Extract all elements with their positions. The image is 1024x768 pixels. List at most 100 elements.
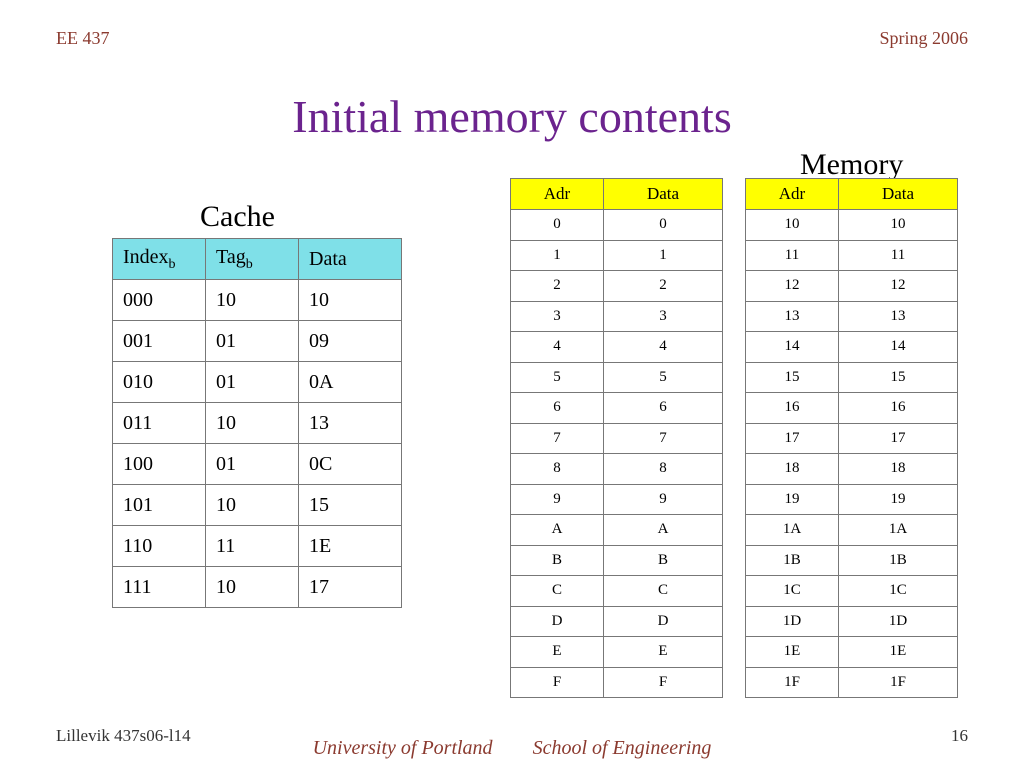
mem-cell-data: 14 <box>839 332 958 363</box>
mem-cell-adr: B <box>511 545 604 576</box>
cache-cell-tag: 11 <box>206 526 299 567</box>
cache-table: Indexb Tagb Data 00010100010109010010A01… <box>112 238 402 608</box>
mem-cell-data: 5 <box>604 362 723 393</box>
table-row: 010010A <box>113 362 402 403</box>
mem-cell-adr: 3 <box>511 301 604 332</box>
mem-cell-adr: C <box>511 576 604 607</box>
mem-cell-adr: 18 <box>746 454 839 485</box>
mem-cell-adr: A <box>511 515 604 546</box>
memory-heading: Memory <box>800 148 903 182</box>
mem-cell-adr: 13 <box>746 301 839 332</box>
mem-cell-adr: 16 <box>746 393 839 424</box>
mem-cell-data: 6 <box>604 393 723 424</box>
cache-cell-data: 0C <box>299 444 402 485</box>
memory-header-data: Data <box>604 179 723 210</box>
cache-cell-data: 0A <box>299 362 402 403</box>
table-row: 99 <box>511 484 723 515</box>
memory-header-row: Adr Data <box>746 179 958 210</box>
table-row: 1011015 <box>113 485 402 526</box>
table-row: 22 <box>511 271 723 302</box>
table-row: 00 <box>511 210 723 241</box>
mem-cell-data: F <box>604 667 723 698</box>
mem-cell-adr: 1D <box>746 606 839 637</box>
cache-header-index: Indexb <box>113 239 206 280</box>
cache-cell-index: 001 <box>113 321 206 362</box>
table-row: 11 <box>511 240 723 271</box>
table-row: 1D1D <box>746 606 958 637</box>
mem-cell-adr: F <box>511 667 604 698</box>
cache-cell-tag: 10 <box>206 567 299 608</box>
mem-cell-data: 0 <box>604 210 723 241</box>
table-row: 110111E <box>113 526 402 567</box>
mem-cell-data: 1A <box>839 515 958 546</box>
mem-cell-data: 1D <box>839 606 958 637</box>
cache-cell-data: 1E <box>299 526 402 567</box>
mem-cell-adr: 1B <box>746 545 839 576</box>
memory-header-adr: Adr <box>511 179 604 210</box>
cache-cell-index: 100 <box>113 444 206 485</box>
mem-cell-adr: 14 <box>746 332 839 363</box>
table-row: 1818 <box>746 454 958 485</box>
uop-right: School of Engineering <box>533 737 712 759</box>
mem-cell-data: 7 <box>604 423 723 454</box>
mem-cell-data: 15 <box>839 362 958 393</box>
table-row: FF <box>511 667 723 698</box>
mem-cell-adr: 11 <box>746 240 839 271</box>
table-row: 66 <box>511 393 723 424</box>
table-row: CC <box>511 576 723 607</box>
cache-cell-data: 15 <box>299 485 402 526</box>
table-row: 0010109 <box>113 321 402 362</box>
university-footer: University of PortlandSchool of Engineer… <box>0 737 1024 760</box>
mem-cell-adr: 10 <box>746 210 839 241</box>
table-row: 0111013 <box>113 403 402 444</box>
mem-cell-data: 12 <box>839 271 958 302</box>
slide-header: EE 437 Spring 2006 <box>0 28 1024 49</box>
mem-cell-data: 18 <box>839 454 958 485</box>
cache-cell-index: 101 <box>113 485 206 526</box>
table-row: 1717 <box>746 423 958 454</box>
mem-cell-data: 3 <box>604 301 723 332</box>
mem-cell-adr: 1A <box>746 515 839 546</box>
cache-cell-tag: 10 <box>206 280 299 321</box>
mem-cell-data: 1 <box>604 240 723 271</box>
table-row: 1313 <box>746 301 958 332</box>
memory-header-data: Data <box>839 179 958 210</box>
mem-cell-adr: 4 <box>511 332 604 363</box>
table-row: 88 <box>511 454 723 485</box>
mem-cell-adr: 1 <box>511 240 604 271</box>
mem-cell-adr: 8 <box>511 454 604 485</box>
table-row: BB <box>511 545 723 576</box>
mem-cell-data: 1E <box>839 637 958 668</box>
mem-cell-adr: D <box>511 606 604 637</box>
mem-cell-adr: 1C <box>746 576 839 607</box>
mem-cell-data: 8 <box>604 454 723 485</box>
memory-table-1: Adr Data 00112233445566778899AABBCCDDEEF… <box>510 178 723 698</box>
mem-cell-data: 17 <box>839 423 958 454</box>
memory-header-adr: Adr <box>746 179 839 210</box>
table-row: 1414 <box>746 332 958 363</box>
mem-cell-adr: 9 <box>511 484 604 515</box>
cache-header-row: Indexb Tagb Data <box>113 239 402 280</box>
cache-header-tag: Tagb <box>206 239 299 280</box>
cache-cell-tag: 01 <box>206 321 299 362</box>
term: Spring 2006 <box>879 28 968 49</box>
table-row: 0001010 <box>113 280 402 321</box>
mem-cell-data: E <box>604 637 723 668</box>
mem-cell-data: C <box>604 576 723 607</box>
mem-cell-adr: 1E <box>746 637 839 668</box>
table-row: 1A1A <box>746 515 958 546</box>
table-row: 55 <box>511 362 723 393</box>
mem-cell-adr: 7 <box>511 423 604 454</box>
cache-cell-index: 110 <box>113 526 206 567</box>
table-row: 1E1E <box>746 637 958 668</box>
memory-table-2: Adr Data 1010111112121313141415151616171… <box>745 178 958 698</box>
table-row: 1919 <box>746 484 958 515</box>
mem-cell-data: 16 <box>839 393 958 424</box>
cache-cell-data: 10 <box>299 280 402 321</box>
mem-cell-data: B <box>604 545 723 576</box>
mem-cell-adr: 6 <box>511 393 604 424</box>
cache-cell-index: 000 <box>113 280 206 321</box>
table-row: 1111 <box>746 240 958 271</box>
memory-header-row: Adr Data <box>511 179 723 210</box>
mem-cell-data: 9 <box>604 484 723 515</box>
